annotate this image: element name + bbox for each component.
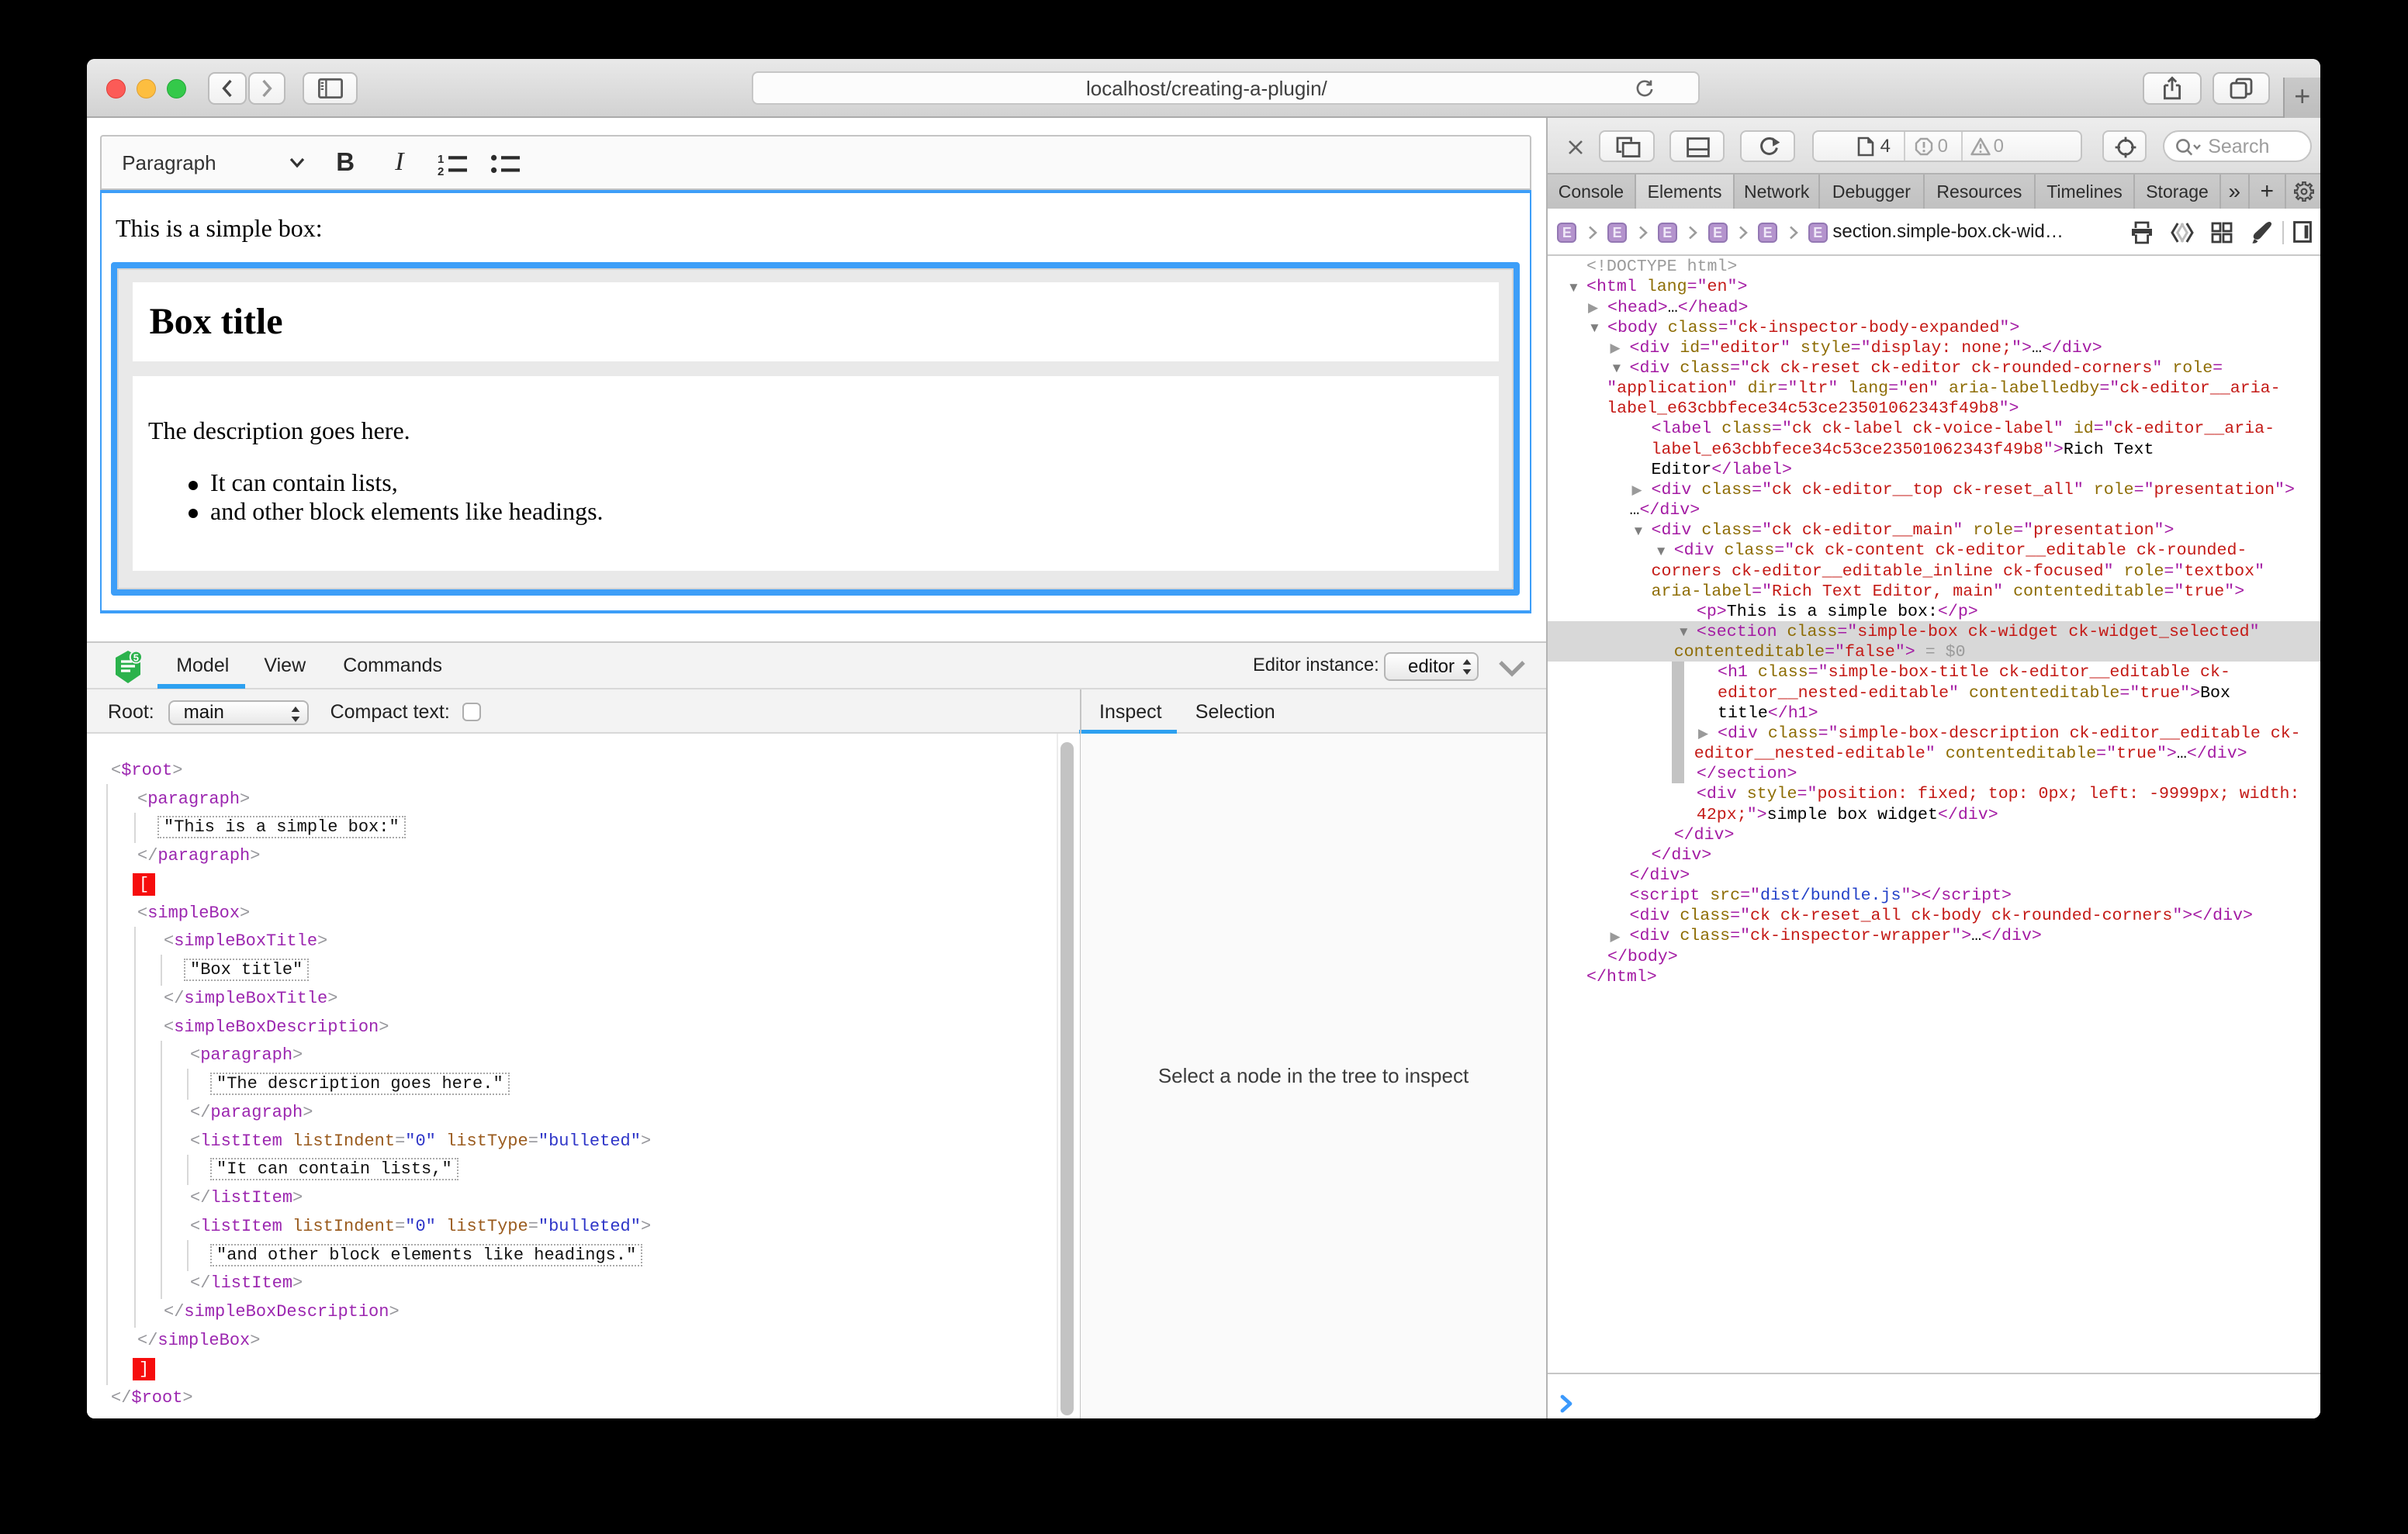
svg-text:1: 1 xyxy=(438,153,444,166)
svg-text:2: 2 xyxy=(438,165,444,176)
svg-text:5: 5 xyxy=(133,651,139,663)
